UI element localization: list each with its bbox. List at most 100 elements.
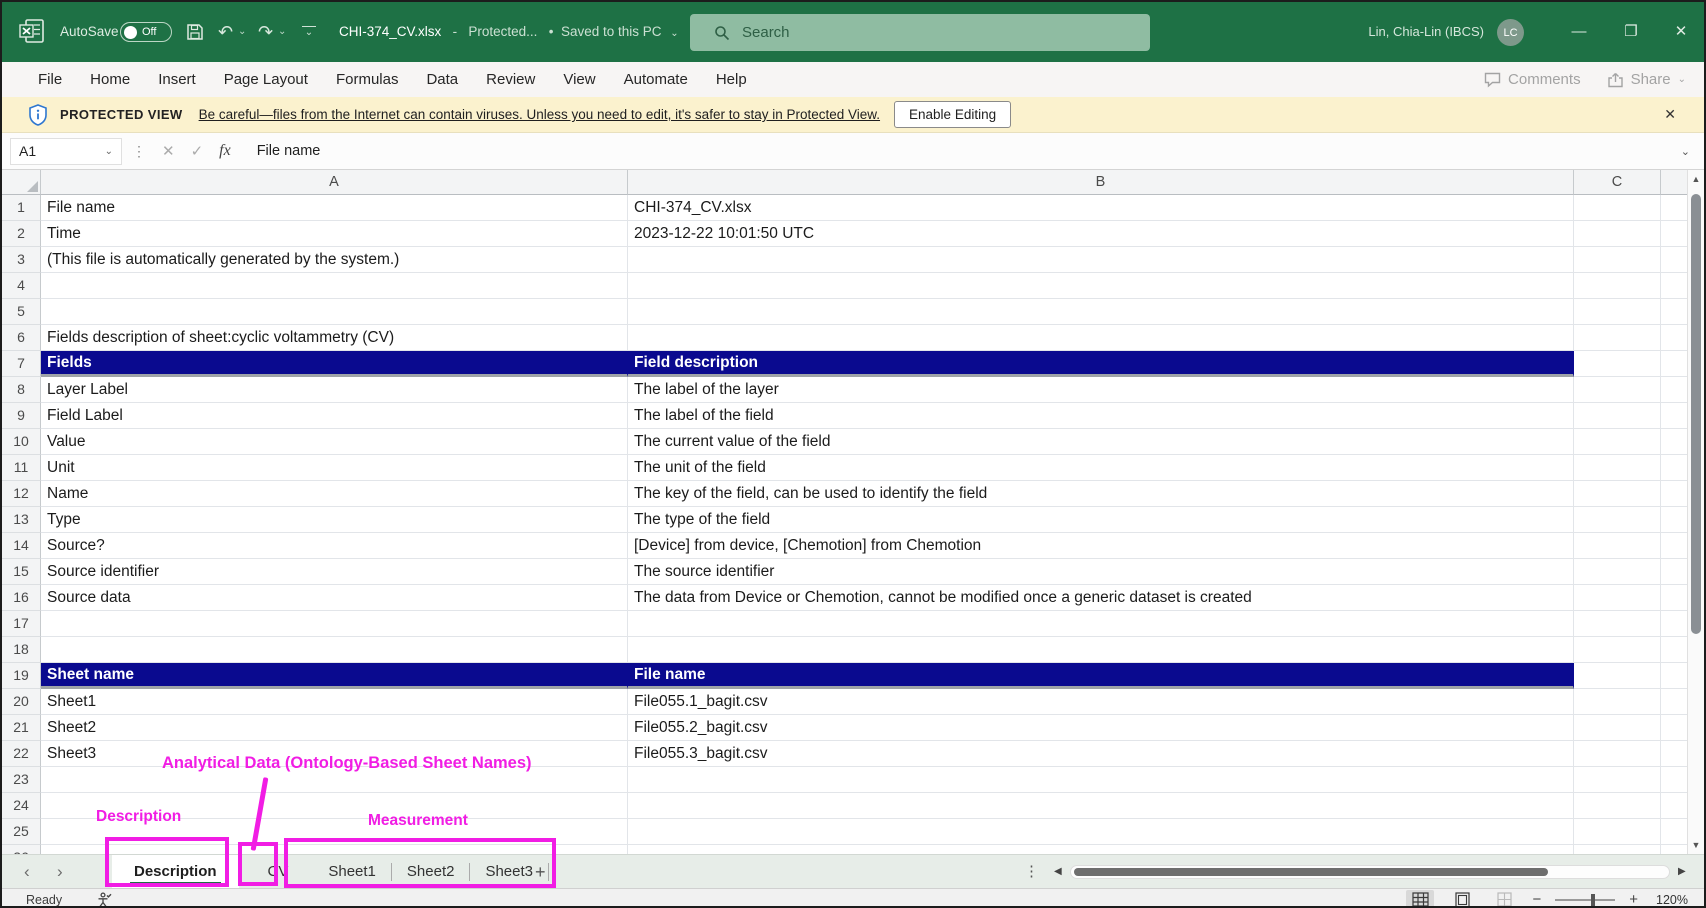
cell-C23[interactable] (1574, 767, 1661, 793)
cell-A12[interactable]: Name (41, 481, 628, 507)
column-header-C[interactable]: C (1574, 170, 1661, 195)
cell-B24[interactable] (628, 793, 1574, 819)
cell-D12[interactable] (1661, 481, 1690, 507)
zoom-level[interactable]: 120% (1652, 893, 1688, 907)
cell-B21[interactable]: File055.2_bagit.csv (628, 715, 1574, 741)
row-header-4[interactable]: 4 (2, 273, 41, 299)
cell-A3[interactable]: (This file is automatically generated by… (41, 247, 628, 273)
page-break-preview-button[interactable] (1490, 890, 1518, 908)
formula-bar-more-icon[interactable]: ⋮ (132, 143, 146, 160)
cell-B17[interactable] (628, 611, 1574, 637)
restore-button[interactable]: ❐ (1616, 2, 1646, 62)
cell-C12[interactable] (1574, 481, 1661, 507)
row-header-2[interactable]: 2 (2, 221, 41, 247)
row-header-21[interactable]: 21 (2, 715, 41, 741)
cell-C19[interactable] (1574, 663, 1661, 689)
undo-dropdown-icon[interactable]: ⌄ (238, 2, 246, 62)
protected-view-message-link[interactable]: Be careful—files from the Internet can c… (199, 107, 880, 122)
cell-B11[interactable]: The unit of the field (628, 455, 1574, 481)
cell-B10[interactable]: The current value of the field (628, 429, 1574, 455)
cell-A1[interactable]: File name (41, 195, 628, 221)
cell-C25[interactable] (1574, 819, 1661, 845)
cell-D24[interactable] (1661, 793, 1690, 819)
redo-dropdown-icon[interactable]: ⌄ (278, 2, 286, 62)
name-box[interactable]: A1 ⌄ (10, 138, 122, 165)
cell-D11[interactable] (1661, 455, 1690, 481)
row-header-9[interactable]: 9 (2, 403, 41, 429)
enter-icon[interactable]: ✓ (191, 142, 204, 160)
cell-B4[interactable] (628, 273, 1574, 299)
menu-review[interactable]: Review (472, 62, 549, 97)
cell-A8[interactable]: Layer Label (41, 377, 628, 403)
cell-C20[interactable] (1574, 689, 1661, 715)
cell-B12[interactable]: The key of the field, can be used to ide… (628, 481, 1574, 507)
sheet-tab-description[interactable]: Description (112, 855, 239, 889)
row-header-5[interactable]: 5 (2, 299, 41, 325)
cell-D23[interactable] (1661, 767, 1690, 793)
page-layout-view-button[interactable] (1448, 890, 1476, 908)
cell-D17[interactable] (1661, 611, 1690, 637)
cell-D15[interactable] (1661, 559, 1690, 585)
sheet-nav-right-icon[interactable]: › (57, 855, 63, 889)
cell-A5[interactable] (41, 299, 628, 325)
cell-A17[interactable] (41, 611, 628, 637)
row-header-15[interactable]: 15 (2, 559, 41, 585)
sheet-tab-sheet2[interactable]: Sheet2 (394, 855, 468, 889)
cell-D16[interactable] (1661, 585, 1690, 611)
horizontal-scrollbar[interactable] (1070, 865, 1670, 879)
cell-B14[interactable]: [Device] from device, [Chemotion] from C… (628, 533, 1574, 559)
cell-D26[interactable] (1661, 845, 1690, 854)
cell-C24[interactable] (1574, 793, 1661, 819)
row-header-20[interactable]: 20 (2, 689, 41, 715)
horizontal-scrollbar-thumb[interactable] (1074, 868, 1548, 876)
vertical-scrollbar[interactable]: ▲ ▼ (1687, 170, 1704, 854)
cell-C9[interactable] (1574, 403, 1661, 429)
cell-C7[interactable] (1574, 351, 1661, 377)
normal-view-button[interactable] (1406, 890, 1434, 908)
zoom-out-icon[interactable]: − (1532, 891, 1541, 908)
close-button[interactable]: ✕ (1666, 2, 1696, 62)
cell-A13[interactable]: Type (41, 507, 628, 533)
cell-A10[interactable]: Value (41, 429, 628, 455)
cell-A11[interactable]: Unit (41, 455, 628, 481)
cell-D19[interactable] (1661, 663, 1690, 689)
cell-A21[interactable]: Sheet2 (41, 715, 628, 741)
cell-D9[interactable] (1661, 403, 1690, 429)
menu-insert[interactable]: Insert (144, 62, 210, 97)
cell-D18[interactable] (1661, 637, 1690, 663)
row-header-19[interactable]: 19 (2, 663, 41, 689)
cell-D6[interactable] (1661, 325, 1690, 351)
menu-page-layout[interactable]: Page Layout (210, 62, 322, 97)
redo-button[interactable]: ↷ (258, 2, 273, 62)
share-button[interactable]: Share ⌄ (1607, 71, 1686, 88)
cell-B7[interactable]: Field description (628, 351, 1574, 377)
cell-C6[interactable] (1574, 325, 1661, 351)
undo-button[interactable]: ↶ (218, 2, 233, 62)
cell-D1[interactable] (1661, 195, 1690, 221)
accessibility-checker-icon[interactable] (96, 892, 112, 908)
cell-D14[interactable] (1661, 533, 1690, 559)
cell-C3[interactable] (1574, 247, 1661, 273)
save-icon[interactable] (186, 23, 204, 41)
row-header-13[interactable]: 13 (2, 507, 41, 533)
column-header-B[interactable]: B (628, 170, 1574, 195)
cell-D3[interactable] (1661, 247, 1690, 273)
cell-C1[interactable] (1574, 195, 1661, 221)
select-all-corner[interactable] (2, 170, 41, 195)
cell-B1[interactable]: CHI-374_CV.xlsx (628, 195, 1574, 221)
cell-C13[interactable] (1574, 507, 1661, 533)
cell-B8[interactable]: The label of the layer (628, 377, 1574, 403)
cell-D4[interactable] (1661, 273, 1690, 299)
row-header-14[interactable]: 14 (2, 533, 41, 559)
row-header-11[interactable]: 11 (2, 455, 41, 481)
row-header-24[interactable]: 24 (2, 793, 41, 819)
cell-B25[interactable] (628, 819, 1574, 845)
insert-function-icon[interactable]: fx (219, 142, 231, 160)
cell-D21[interactable] (1661, 715, 1690, 741)
cell-C15[interactable] (1574, 559, 1661, 585)
cell-A18[interactable] (41, 637, 628, 663)
cell-C5[interactable] (1574, 299, 1661, 325)
scroll-down-icon[interactable]: ▼ (1688, 840, 1704, 850)
cell-A9[interactable]: Field Label (41, 403, 628, 429)
sheet-nav-left-icon[interactable]: ‹ (24, 855, 30, 889)
